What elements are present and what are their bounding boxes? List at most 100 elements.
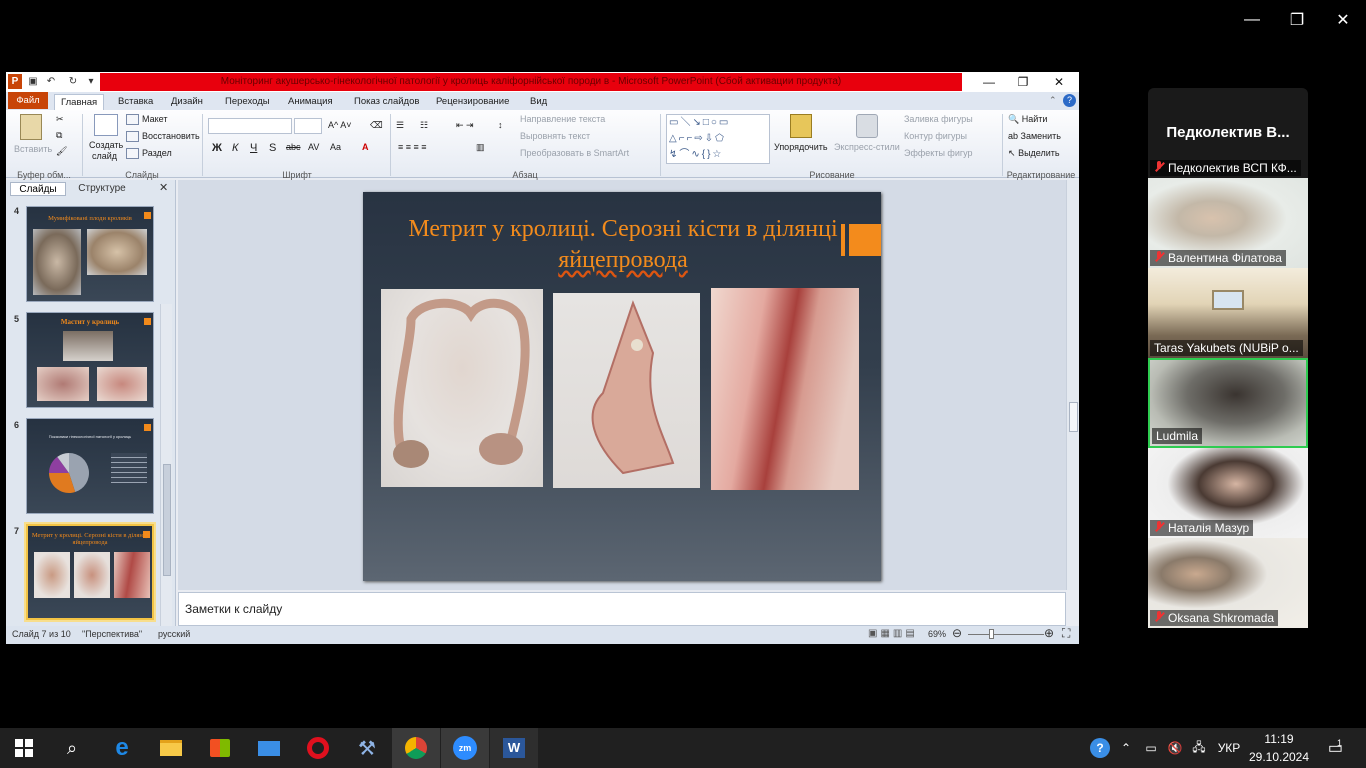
search-icon[interactable]: ⌕ xyxy=(48,728,96,768)
new-slide-slide-label[interactable]: слайд xyxy=(92,151,117,161)
arrange-button[interactable]: Упорядочить xyxy=(774,142,828,152)
smartart-button[interactable]: Преобразовать в SmartArt xyxy=(520,148,629,158)
format-painter-icon[interactable]: 🖌 xyxy=(56,146,67,157)
text-direction-button[interactable]: Направление текста xyxy=(520,114,605,124)
tab-slideshow[interactable]: Показ слайдов xyxy=(348,94,425,110)
font-family-select[interactable] xyxy=(208,118,292,134)
new-slide-create-label[interactable]: Создать xyxy=(89,140,123,150)
tab-insert[interactable]: Вставка xyxy=(112,94,159,110)
tab-file[interactable]: Файл xyxy=(8,92,48,109)
opera-icon[interactable] xyxy=(294,728,342,768)
battery-icon[interactable]: ▭ xyxy=(1140,728,1162,768)
participant-tile-0[interactable]: Педколектив В... Педколектив ВСП КФ... xyxy=(1148,88,1308,178)
close-button[interactable]: ✕ xyxy=(1320,0,1366,40)
zoom-icon[interactable]: zm xyxy=(441,728,489,768)
notifications-icon[interactable]: ▭ 1 xyxy=(1320,728,1350,768)
participant-tile-4[interactable]: Наталія Мазур xyxy=(1148,448,1308,538)
slide-thumbnail-5[interactable]: Мастит у кролиць xyxy=(26,312,154,408)
section-button[interactable]: Раздел xyxy=(126,148,172,160)
file-explorer-icon[interactable] xyxy=(147,728,195,768)
language-indicator[interactable]: УКР xyxy=(1214,728,1244,768)
tab-outline[interactable]: Структуре xyxy=(72,182,132,196)
strikethrough-icon[interactable]: abc xyxy=(286,142,301,152)
select-button[interactable]: ↖ Выделить xyxy=(1008,148,1060,159)
replace-button[interactable]: ab Заменить xyxy=(1008,131,1061,141)
tab-animation[interactable]: Анимация xyxy=(282,94,339,110)
clock-date[interactable]: 29.10.2024 xyxy=(1246,750,1312,764)
redo-icon[interactable]: ↻ xyxy=(66,74,80,89)
ppt-close-button[interactable]: ✕ xyxy=(1042,72,1076,92)
help-tray-icon[interactable]: ? xyxy=(1088,728,1112,768)
quick-styles-icon[interactable] xyxy=(856,114,878,138)
slide-thumbnail-6[interactable]: Показники гінекологічної патології у кро… xyxy=(26,418,154,514)
scrollbar-thumb[interactable] xyxy=(163,464,171,576)
shadow-icon[interactable]: S xyxy=(269,142,276,154)
shape-effects-button[interactable]: Эффекты фигур xyxy=(904,148,973,158)
word-icon[interactable]: W xyxy=(490,728,538,768)
zoom-out-icon[interactable]: ⊖ xyxy=(952,626,962,640)
copy-icon[interactable]: ⧉ xyxy=(56,130,62,141)
zoom-slider[interactable] xyxy=(968,634,1044,635)
font-color-icon[interactable]: A xyxy=(362,142,369,152)
zoom-slider-handle[interactable] xyxy=(989,629,994,639)
shapes-gallery[interactable]: ▭＼↘□○▭ △⌐⌐⇨⇩⬠ ↯⌒∿{}☆ xyxy=(666,114,770,164)
clock-time[interactable]: 11:19 xyxy=(1246,732,1312,746)
ppt-restore-button[interactable]: ❐ xyxy=(1006,72,1040,92)
scrollbar-thumb[interactable] xyxy=(1069,402,1078,432)
char-spacing-icon[interactable]: AV xyxy=(308,142,319,152)
participant-tile-1[interactable]: Валентина Філатова xyxy=(1148,178,1308,268)
restore-button[interactable]: ❐ xyxy=(1274,0,1320,40)
bold-icon[interactable]: Ж xyxy=(212,142,222,154)
arrange-icon[interactable] xyxy=(790,114,812,138)
minimize-button[interactable]: — xyxy=(1229,0,1275,40)
tab-view[interactable]: Вид xyxy=(524,94,553,110)
network-icon[interactable]: 🖧 xyxy=(1188,728,1210,768)
zoom-in-icon[interactable]: ⊕ xyxy=(1044,626,1054,640)
paste-button[interactable]: Вставить xyxy=(14,144,52,154)
tab-review[interactable]: Рецензирование xyxy=(430,94,515,110)
participant-tile-5[interactable]: Oksana Shkromada xyxy=(1148,538,1308,628)
underline-icon[interactable]: Ч xyxy=(250,142,257,154)
current-slide[interactable]: Метрит у кролиці. Серозні кісти в ділянц… xyxy=(363,192,881,581)
slide-title[interactable]: Метрит у кролиці. Серозні кісти в ділянц… xyxy=(403,214,843,276)
shape-outline-button[interactable]: Контур фигуры xyxy=(904,131,967,141)
font-size-select[interactable] xyxy=(294,118,322,134)
save-icon[interactable]: ▣ xyxy=(26,74,40,89)
paste-icon[interactable] xyxy=(20,114,42,140)
find-button[interactable]: 🔍 Найти xyxy=(1008,114,1047,125)
reset-button[interactable]: Восстановить xyxy=(126,131,200,143)
edge-icon[interactable]: e xyxy=(98,728,146,768)
zoom-level[interactable]: 69% xyxy=(928,629,946,639)
help-icon[interactable]: ? xyxy=(1063,94,1076,107)
fit-to-window-icon[interactable]: ⛶ xyxy=(1062,626,1070,641)
participant-tile-2[interactable]: Taras Yakubets (NUBiP o... xyxy=(1148,268,1308,358)
mail-icon[interactable] xyxy=(245,728,293,768)
tool-icon[interactable]: ⚒ xyxy=(343,728,391,768)
store-icon[interactable] xyxy=(196,728,244,768)
chrome-icon[interactable] xyxy=(392,728,440,768)
undo-icon[interactable]: ↶ xyxy=(44,74,58,89)
view-buttons[interactable]: ▣▦▥▤ xyxy=(868,628,918,639)
align-left-icon[interactable]: ≡ ≡ ≡ ≡ xyxy=(398,142,427,152)
participant-tile-3-active-speaker[interactable]: Ludmila xyxy=(1148,358,1308,448)
columns-icon[interactable]: ▥ xyxy=(476,142,485,153)
ribbon-collapse-icon[interactable]: ⌃ xyxy=(1049,95,1057,106)
language[interactable]: русский xyxy=(158,629,190,639)
qat-customize-icon[interactable]: ▾ xyxy=(84,74,98,89)
change-case-icon[interactable]: Aa xyxy=(330,142,341,152)
start-button[interactable] xyxy=(0,728,48,768)
grow-font-icon[interactable]: A^ A˅ xyxy=(328,120,352,130)
ppt-minimize-button[interactable]: — xyxy=(972,72,1006,92)
tab-home[interactable]: Главная xyxy=(54,94,105,110)
slide-thumbnail-4[interactable]: Мумифіковані плоди кроликів xyxy=(26,206,154,302)
layout-button[interactable]: Макет xyxy=(126,114,167,126)
numbering-icon[interactable]: ☷ xyxy=(420,120,428,131)
panel-close-icon[interactable]: ✕ xyxy=(159,181,168,194)
cut-icon[interactable]: ✂ xyxy=(56,114,64,125)
volume-muted-icon[interactable]: 🔇 xyxy=(1164,728,1186,768)
tab-design[interactable]: Дизайн xyxy=(165,94,209,110)
indent-icon[interactable]: ⇤ ⇥ xyxy=(456,120,474,131)
thumbnails-scrollbar[interactable] xyxy=(160,304,172,644)
italic-icon[interactable]: К xyxy=(232,142,238,154)
notes-pane[interactable]: Заметки к слайду xyxy=(178,592,1066,626)
